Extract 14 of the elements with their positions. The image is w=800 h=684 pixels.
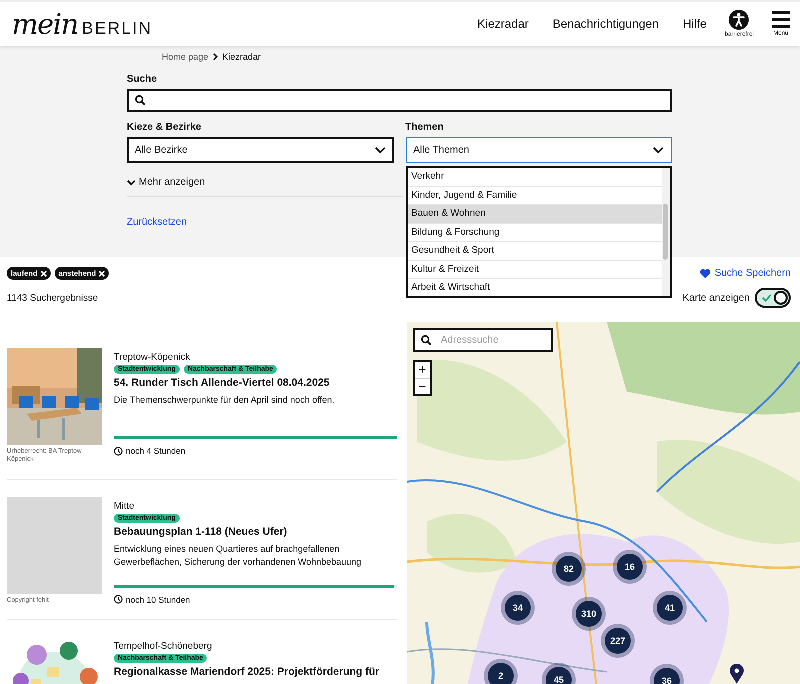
toggle-label: Karte anzeigen <box>682 292 750 304</box>
breadcrumb-current: Kiezradar <box>222 52 262 62</box>
district-label: Mitte <box>114 500 136 512</box>
result-description: Entwicklung eines neuen Quartieres auf brachgefallenen Gewerbeflächen, Sicherung der vorhandenen Wohnbebauung <box>114 542 363 570</box>
result-count: 1143 Suchergebnisse <box>7 292 98 304</box>
district-label: Treptow-Köpenick <box>114 352 192 363</box>
field-label: Kieze & Bezirke <box>127 122 202 133</box>
more-label: Mehr anzeigen <box>139 177 206 188</box>
time-remaining: noch 4 Stunden <box>126 446 186 456</box>
time-remaining: noch 10 Stunden <box>126 594 190 605</box>
field-label: Suche <box>127 74 158 85</box>
result-description: Die Themenschwerpunkte für den April sind noch offen. <box>114 394 336 407</box>
district-label: Tempelhof-Schöneberg <box>114 641 214 652</box>
field-label: Themen <box>406 122 445 133</box>
